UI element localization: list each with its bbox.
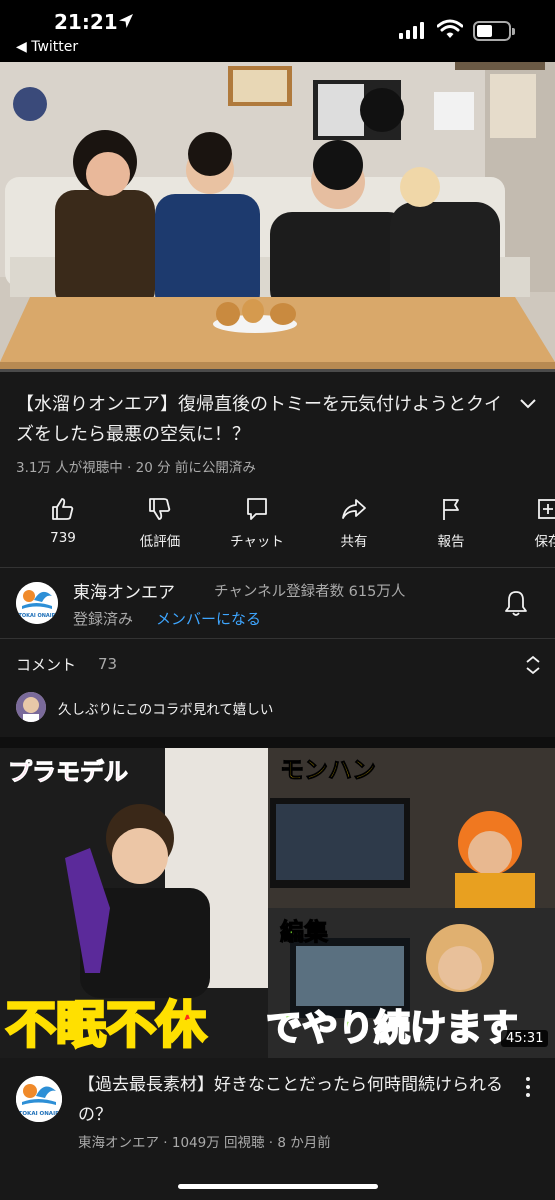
wifi-icon xyxy=(437,19,463,38)
action-bar: 739 低評価 チャット 共有 報告 保存 xyxy=(0,492,555,562)
section-gap xyxy=(0,737,555,748)
dislike-icon xyxy=(149,498,171,520)
save-label: 保存 xyxy=(534,534,555,550)
video-progress-bar[interactable] xyxy=(0,369,555,372)
divider xyxy=(0,638,555,639)
tag-plamodel: プラモデル xyxy=(8,758,128,786)
more-vert-icon[interactable] xyxy=(524,1076,532,1098)
share-icon xyxy=(342,499,366,519)
like-button[interactable]: 739 xyxy=(23,492,103,546)
banner-red: 不眠不休 xyxy=(6,996,207,1054)
tag-edit: 編集 xyxy=(280,918,329,946)
flag-icon xyxy=(443,499,459,520)
divider xyxy=(0,567,555,568)
save-button[interactable]: 保存 xyxy=(508,492,555,550)
chevron-down-icon[interactable] xyxy=(518,396,538,410)
bell-icon[interactable] xyxy=(504,589,528,617)
back-to-twitter-link[interactable]: ◀ Twitter xyxy=(16,39,78,55)
status-bar: 21:21 ◀ Twitter xyxy=(0,0,555,62)
dislike-button[interactable]: 低評価 xyxy=(120,492,200,550)
video-title[interactable]: 【水溜りオンエア】復帰直後のトミーを元気付けようとクイズをしたら最悪の空気に！？ xyxy=(16,390,506,450)
commenter-avatar[interactable] xyxy=(16,692,46,722)
location-arrow-icon xyxy=(119,14,133,28)
like-icon xyxy=(52,498,74,520)
join-membership-link[interactable]: メンバーになる xyxy=(156,608,261,629)
logo-text: TOKAI ONAIR xyxy=(19,1111,60,1117)
video-meta: 3.1万 人が視聴中 · 20 分 前に公開済み xyxy=(16,460,256,476)
chat-icon xyxy=(247,498,267,520)
like-count: 739 xyxy=(50,530,76,546)
recommended-video-meta: 東海オンエア · 1049万 回視聴 · 8 か月前 xyxy=(78,1135,331,1151)
comments-count: 73 xyxy=(98,655,118,673)
tag-monhan: モンハン xyxy=(280,756,376,784)
tokai-onair-logo: TOKAI ONAIR xyxy=(16,1076,62,1122)
comments-label: コメント xyxy=(16,656,77,674)
expand-collapse-icon[interactable] xyxy=(523,654,543,676)
recommended-video-thumbnail[interactable]: プラモデル モンハン 編集 不眠不休 でやり続けます xyxy=(0,748,555,1058)
report-label: 報告 xyxy=(437,534,465,550)
dislike-label: 低評価 xyxy=(139,534,181,550)
share-label: 共有 xyxy=(340,534,368,550)
svg-text:TOKAI ONAIR: TOKAI ONAIR xyxy=(18,613,55,619)
save-icon xyxy=(538,499,555,519)
channel-avatar[interactable]: TOKAI ONAIR xyxy=(16,582,58,624)
bottom-area xyxy=(0,1166,555,1200)
subscriber-count: チャンネル登録者数 615万人 xyxy=(214,584,406,600)
duration-badge: 45:31 xyxy=(501,1030,549,1047)
report-button[interactable]: 報告 xyxy=(411,492,491,550)
tokai-onair-logo: TOKAI ONAIR xyxy=(16,582,58,624)
top-comment-text: 久しぶりにこのコラボ見れて嬉しい xyxy=(58,702,274,718)
channel-name[interactable]: 東海オンエア xyxy=(73,578,175,603)
status-time: 21:21 xyxy=(54,10,118,34)
video-player[interactable] xyxy=(0,62,555,370)
home-indicator[interactable] xyxy=(178,1184,378,1189)
chat-button[interactable]: チャット xyxy=(217,492,297,550)
thumbnail-image: プラモデル モンハン 編集 不眠不休 でやり続けます xyxy=(0,748,555,1058)
cellular-signal-icon xyxy=(399,22,424,39)
commenter-avatar-image xyxy=(16,692,46,722)
recommended-video-title[interactable]: 【過去最長素材】好きなことだったら何時間続けられるの？ xyxy=(78,1070,518,1130)
video-frame xyxy=(0,62,555,370)
battery-icon xyxy=(473,21,515,41)
subscribed-status[interactable]: 登録済み xyxy=(73,608,133,629)
chat-label: チャット xyxy=(230,534,284,550)
recommended-channel-avatar[interactable]: TOKAI ONAIR xyxy=(16,1076,62,1122)
banner-green: でやり続けます xyxy=(266,1008,518,1049)
share-button[interactable]: 共有 xyxy=(314,492,394,550)
